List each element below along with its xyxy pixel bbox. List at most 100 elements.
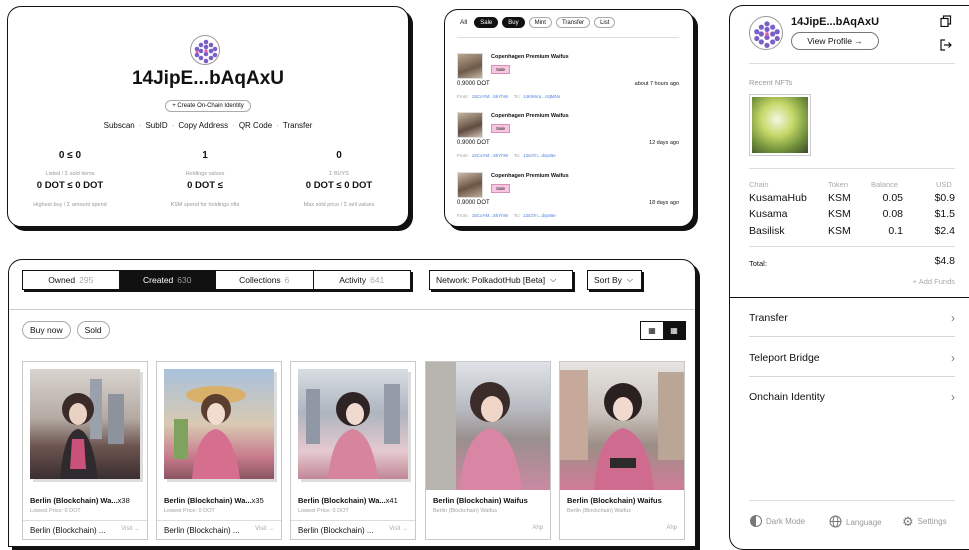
nft-count: x41 <box>385 496 398 505</box>
activity-time: 18 days ago <box>649 200 679 206</box>
collection-name[interactable]: Berlin (Blockchain) ... <box>30 526 106 535</box>
total-value: $4.8 <box>934 255 955 267</box>
activity-filters: All Sale Buy Mint Transfer List <box>457 17 616 28</box>
menu-onchain-identity[interactable]: Onchain Identity › <box>749 378 955 416</box>
to-address[interactable]: 13s37n...drpvBe <box>523 213 556 218</box>
stat-label: Holdings values <box>185 171 225 177</box>
stat-column: 0 Σ BUYS 0 DOT ≤ 0 DOT Max sold price / … <box>289 150 389 208</box>
nft-title: Berlin (Blockchain) Wa... <box>298 496 386 505</box>
create-identity-button[interactable]: + Create On-Chain Identity <box>165 100 251 112</box>
collection-name[interactable]: Berlin (Blockchain) ... <box>298 526 374 535</box>
profile-tabs: Owned 295 Created 630 Collections 6 Activit… <box>22 270 411 290</box>
chevron-down-icon: ⌵ <box>626 275 633 284</box>
activity-price: 0.9000 DOT <box>457 140 490 146</box>
language-selector[interactable]: Language <box>829 515 882 530</box>
from-address[interactable]: 15CoYM...SkYhW <box>472 213 508 218</box>
buy-now-filter[interactable]: Buy now <box>22 321 71 339</box>
activity-row[interactable]: Copenhagen Premium Waifus Sale 0.9000 DO… <box>457 172 679 226</box>
from-address[interactable]: 15CoYM...SkYhW <box>472 153 508 158</box>
token-symbol: KSM <box>828 208 851 220</box>
to-label: To: <box>514 153 521 158</box>
filter-buy[interactable]: Buy <box>502 17 525 28</box>
to-address[interactable]: 14K9mra...c8jMNo <box>523 94 560 99</box>
collection-name[interactable]: Berlin (Blockchain) ... <box>164 526 240 535</box>
to-address[interactable]: 13s37n...drpvBe <box>523 153 556 158</box>
filter-all[interactable]: All <box>457 19 470 26</box>
sale-badge: Sale <box>491 124 511 133</box>
owner-label: Ahp <box>532 525 543 531</box>
activity-price: 0.9000 DOT <box>457 200 490 206</box>
activity-row[interactable]: Copenhagen Premium Waifus Sale 0.9000 DO… <box>457 53 679 111</box>
activity-thumbnail <box>457 172 483 198</box>
usd-value: $0.9 <box>934 192 955 204</box>
nft-title: Berlin (Blockchain) Waifus <box>433 496 528 505</box>
half-circle-icon <box>750 515 762 527</box>
wallet-name: 14JipE...bAqAxU <box>791 16 880 28</box>
chain-name: KusamaHub <box>749 192 807 204</box>
sort-select[interactable]: Sort By ⌵ <box>587 270 642 290</box>
menu-teleport-bridge[interactable]: Teleport Bridge › <box>749 339 955 377</box>
stat-big-label: Highest buy / Σ amount spend <box>33 202 107 208</box>
dark-mode-toggle[interactable]: Dark Mode <box>750 515 805 527</box>
tab-created[interactable]: Created 630 <box>119 271 216 289</box>
filter-mint[interactable]: Mint <box>528 17 552 28</box>
add-funds-link[interactable]: + Add Funds <box>885 277 955 286</box>
nft-title: Berlin (Blockchain) Waifus <box>567 496 662 505</box>
owner-label: Ahp <box>666 525 677 531</box>
activity-time: 12 days ago <box>649 140 679 146</box>
grid-small-icon[interactable]: ▦ <box>663 322 685 339</box>
visit-link[interactable]: Visit → <box>121 526 140 535</box>
sold-filter[interactable]: Sold <box>76 321 110 339</box>
activity-card: All Sale Buy Mint Transfer List Copenhag… <box>444 9 694 227</box>
activity-row[interactable]: Copenhagen Premium Waifus Sale 0.9000 DO… <box>457 112 679 170</box>
nft-footer: Berlin (Blockchain) ... Visit → <box>23 520 147 540</box>
transfer-link[interactable]: Transfer <box>283 121 313 130</box>
nft-footer: Ahp <box>426 520 550 540</box>
from-address[interactable]: 15CoYM...SkYhW <box>472 94 508 99</box>
nft-card[interactable]: Berlin (Blockchain) Waifus Berlin (Block… <box>559 361 685 540</box>
tab-activity[interactable]: Activity 641 <box>314 271 411 289</box>
usd-header: USD <box>936 180 952 189</box>
copy-icon[interactable] <box>940 14 952 28</box>
network-select[interactable]: Network: PolkadotHub [Beta] ⌵ <box>429 270 573 290</box>
nft-count: x35 <box>251 496 264 505</box>
view-profile-button[interactable]: View Profile → <box>791 32 879 50</box>
subid-link[interactable]: SubID <box>145 121 167 130</box>
filter-list[interactable]: List <box>594 17 616 28</box>
sale-badge: Sale <box>491 184 511 193</box>
subscan-link[interactable]: Subscan <box>104 121 135 130</box>
settings-button[interactable]: ⚙ Settings <box>902 515 947 528</box>
chevron-down-icon: ⌵ <box>550 275 557 284</box>
from-label: From: <box>457 213 469 218</box>
balance-row: Basilisk KSM 0.1 $2.4 <box>749 225 955 240</box>
usd-value: $1.5 <box>934 208 955 220</box>
grid-large-icon[interactable]: ▦ <box>641 322 663 339</box>
nft-card[interactable]: Berlin (Blockchain) Wa...x38 Lowest Pric… <box>22 361 148 540</box>
tab-owned[interactable]: Owned 295 <box>23 271 120 289</box>
activity-thumbnail <box>457 112 483 138</box>
nft-card[interactable]: Berlin (Blockchain) Wa...x41 Lowest Pric… <box>290 361 416 540</box>
activity-time: about 7 hours ago <box>634 81 679 87</box>
recent-nft-thumbnail[interactable] <box>749 94 811 156</box>
visit-link[interactable]: Visit → <box>389 526 408 535</box>
tab-collections[interactable]: Collections 6 <box>216 271 314 289</box>
sale-badge: Sale <box>491 65 511 74</box>
to-label: To: <box>514 213 521 218</box>
stat-label: Σ BUYS <box>329 171 349 177</box>
nft-card[interactable]: Berlin (Blockchain) Waifus Berlin (Block… <box>425 361 551 540</box>
logout-icon[interactable] <box>940 38 952 51</box>
visit-link[interactable]: Visit → <box>255 526 274 535</box>
nft-subtitle: Lowest Price: 0 DOT <box>164 508 215 514</box>
from-label: From: <box>457 153 469 158</box>
filter-sale[interactable]: Sale <box>474 17 499 28</box>
nft-subtitle: Lowest Price: 0 DOT <box>30 508 81 514</box>
stat-column: 1 Holdings values 0 DOT ≤ KSM spend for … <box>155 150 255 208</box>
menu-transfer[interactable]: Transfer › <box>749 299 955 337</box>
qr-code-link[interactable]: QR Code <box>239 121 272 130</box>
nft-footer: Berlin (Blockchain) ... Visit → <box>157 520 281 540</box>
balance-row: Kusama KSM 0.08 $1.5 <box>749 208 955 223</box>
view-toggle: ▦ ▦ <box>640 321 686 340</box>
nft-card[interactable]: Berlin (Blockchain) Wa...x35 Lowest Pric… <box>156 361 282 540</box>
copy-address-link[interactable]: Copy Address <box>178 121 228 130</box>
filter-transfer[interactable]: Transfer <box>555 17 591 28</box>
